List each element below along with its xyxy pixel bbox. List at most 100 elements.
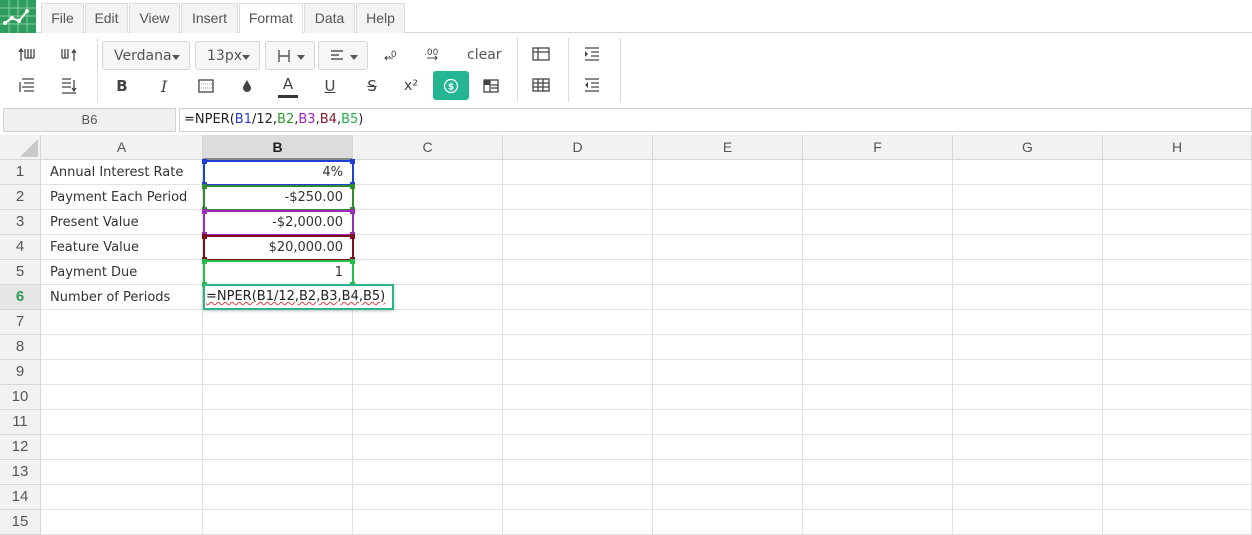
align-select[interactable] [318, 41, 368, 70]
cell-d13[interactable] [503, 460, 653, 485]
cell-c13[interactable] [353, 460, 503, 485]
select-all-corner[interactable] [0, 135, 41, 160]
cell-h1[interactable] [1103, 160, 1252, 185]
cell-f2[interactable] [803, 185, 953, 210]
cell-f1[interactable] [803, 160, 953, 185]
cell-c5[interactable] [353, 260, 503, 285]
spreadsheet-grid[interactable]: A B C D E F G H 1 Annual Interest Rate 4% 2 Payment … [0, 135, 1252, 535]
menu-data[interactable]: Data [304, 3, 355, 33]
cell-d12[interactable] [503, 435, 653, 460]
cell-f8[interactable] [803, 335, 953, 360]
cell-c14[interactable] [353, 485, 503, 510]
cell-a15[interactable] [41, 510, 203, 535]
cell-e5[interactable] [653, 260, 803, 285]
cell-e11[interactable] [653, 410, 803, 435]
row-header-2[interactable]: 2 [0, 185, 41, 210]
cell-d8[interactable] [503, 335, 653, 360]
cell-g15[interactable] [953, 510, 1103, 535]
align-top-icon[interactable] [14, 74, 40, 98]
fill-color-icon[interactable] [235, 74, 259, 98]
cell-h10[interactable] [1103, 385, 1252, 410]
font-family-select[interactable]: Verdana [102, 41, 190, 70]
cell-h12[interactable] [1103, 435, 1252, 460]
column-header-g[interactable]: G [953, 135, 1103, 160]
row-header-9[interactable]: 9 [0, 360, 41, 385]
cell-b7[interactable] [203, 310, 353, 335]
cell-e1[interactable] [653, 160, 803, 185]
row-header-3[interactable]: 3 [0, 210, 41, 235]
cell-h11[interactable] [1103, 410, 1252, 435]
cell-b13[interactable] [203, 460, 353, 485]
outdent-icon[interactable] [580, 74, 604, 96]
cell-d14[interactable] [503, 485, 653, 510]
font-color-icon[interactable]: A [277, 73, 299, 101]
cell-b1[interactable]: 4% [203, 160, 353, 185]
cell-b11[interactable] [203, 410, 353, 435]
cell-g5[interactable] [953, 260, 1103, 285]
cell-f10[interactable] [803, 385, 953, 410]
cell-a10[interactable] [41, 385, 203, 410]
cell-d6[interactable] [503, 285, 653, 310]
cell-d7[interactable] [503, 310, 653, 335]
cell-border-icon[interactable] [194, 74, 218, 98]
bold-button[interactable]: B [110, 74, 134, 98]
cell-e12[interactable] [653, 435, 803, 460]
increase-decimal-icon[interactable]: .00 [421, 43, 445, 65]
grid-table-icon[interactable] [529, 74, 553, 96]
cell-c7[interactable] [353, 310, 503, 335]
cell-d2[interactable] [503, 185, 653, 210]
cell-e4[interactable] [653, 235, 803, 260]
cell-b5[interactable]: 1 [203, 260, 353, 285]
cell-g8[interactable] [953, 335, 1103, 360]
cell-f9[interactable] [803, 360, 953, 385]
cell-h7[interactable] [1103, 310, 1252, 335]
cell-b12[interactable] [203, 435, 353, 460]
cell-a11[interactable] [41, 410, 203, 435]
cell-c1[interactable] [353, 160, 503, 185]
row-header-5[interactable]: 5 [0, 260, 41, 285]
cell-f12[interactable] [803, 435, 953, 460]
insert-row-above-icon[interactable] [14, 43, 40, 67]
row-header-14[interactable]: 14 [0, 485, 41, 510]
cell-g14[interactable] [953, 485, 1103, 510]
cell-a6[interactable]: Number of Periods [41, 285, 203, 310]
cell-g3[interactable] [953, 210, 1103, 235]
row-header-12[interactable]: 12 [0, 435, 41, 460]
cell-b15[interactable] [203, 510, 353, 535]
cell-b10[interactable] [203, 385, 353, 410]
cell-c9[interactable] [353, 360, 503, 385]
cell-d9[interactable] [503, 360, 653, 385]
cell-f14[interactable] [803, 485, 953, 510]
row-header-7[interactable]: 7 [0, 310, 41, 335]
column-header-c[interactable]: C [353, 135, 503, 160]
cell-h4[interactable] [1103, 235, 1252, 260]
cell-c11[interactable] [353, 410, 503, 435]
font-size-select[interactable]: 13px [195, 41, 260, 70]
name-box[interactable]: B6 [3, 108, 176, 132]
column-header-h[interactable]: H [1103, 135, 1252, 160]
column-header-d[interactable]: D [503, 135, 653, 160]
row-header-1[interactable]: 1 [0, 160, 41, 185]
menu-insert[interactable]: Insert [181, 3, 238, 33]
cell-c8[interactable] [353, 335, 503, 360]
cell-a3[interactable]: Present Value [41, 210, 203, 235]
cell-e9[interactable] [653, 360, 803, 385]
cell-g11[interactable] [953, 410, 1103, 435]
row-header-10[interactable]: 10 [0, 385, 41, 410]
cell-c12[interactable] [353, 435, 503, 460]
cell-d4[interactable] [503, 235, 653, 260]
cell-a8[interactable] [41, 335, 203, 360]
menu-file[interactable]: File [41, 3, 84, 33]
cell-h8[interactable] [1103, 335, 1252, 360]
table-layout-icon[interactable] [479, 74, 503, 98]
align-bottom-icon[interactable] [56, 74, 82, 98]
cell-d11[interactable] [503, 410, 653, 435]
cell-a13[interactable] [41, 460, 203, 485]
cell-h3[interactable] [1103, 210, 1252, 235]
cell-a12[interactable] [41, 435, 203, 460]
cell-a2[interactable]: Payment Each Period [41, 185, 203, 210]
cell-f7[interactable] [803, 310, 953, 335]
cell-e3[interactable] [653, 210, 803, 235]
clear-button[interactable]: clear [467, 47, 502, 63]
row-header-13[interactable]: 13 [0, 460, 41, 485]
